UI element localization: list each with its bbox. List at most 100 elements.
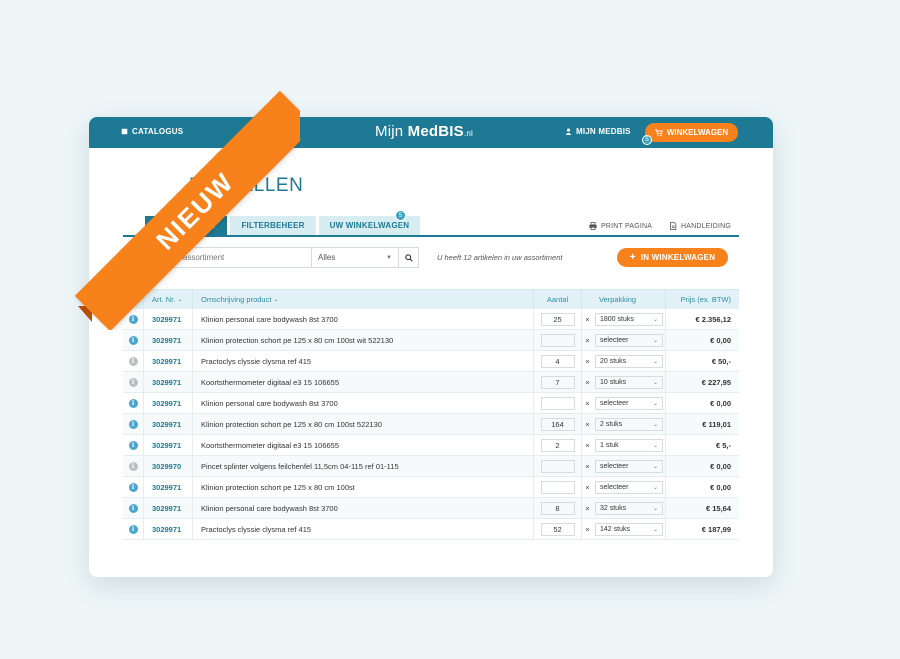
quantity-input[interactable]: 7: [540, 375, 575, 389]
chevron-down-icon: ⌄: [273, 297, 279, 303]
packaging-select[interactable]: 32 stuks ⌄: [595, 501, 663, 515]
chevron-down-icon: ⌄: [652, 526, 658, 533]
medbis-logo[interactable]: Mijn MedBIS.nl: [375, 123, 473, 140]
chevron-down-icon: ⌄: [652, 463, 658, 470]
art-nr-cell[interactable]: 3029971: [143, 477, 192, 497]
quantity-input[interactable]: 4: [540, 354, 575, 368]
manual-link[interactable]: HANDLEIDING: [669, 222, 731, 230]
info-icon[interactable]: i: [128, 335, 138, 345]
info-icon[interactable]: i: [128, 398, 138, 408]
quantity-input[interactable]: [540, 459, 575, 473]
times-symbol: ×: [581, 498, 593, 518]
quantity-input[interactable]: 2: [540, 438, 575, 452]
quantity-cell: 4: [533, 351, 581, 371]
nav-search-label: ZOEKEN: [262, 127, 297, 136]
info-icon[interactable]: i: [128, 503, 138, 513]
book-icon: [121, 128, 128, 135]
art-nr-cell[interactable]: 3029971: [143, 372, 192, 392]
art-nr-cell[interactable]: 3029971: [143, 330, 192, 350]
chevron-down-icon: ⌄: [652, 505, 658, 512]
quantity-input[interactable]: 25: [540, 312, 575, 326]
description-cell: Koortsthermometer digitaal e3 15 106655: [192, 435, 533, 455]
packaging-select[interactable]: selecteer ⌄: [595, 480, 663, 494]
search-submit-button[interactable]: [399, 247, 419, 268]
art-nr-cell[interactable]: 3029971: [143, 309, 192, 329]
assortment-count-text: U heeft 12 artikelen in uw assortiment: [437, 253, 563, 262]
packaging-cell: selecteer ⌄: [593, 456, 665, 476]
nav-catalog-label: CATALOGUS: [132, 127, 184, 136]
price-cell: € 5,-: [665, 435, 739, 455]
info-icon[interactable]: i: [128, 419, 138, 429]
nav-catalog[interactable]: CATALOGUS: [121, 127, 183, 136]
add-to-cart-button[interactable]: + IN WINKELWAGEN: [617, 248, 728, 267]
packaging-select[interactable]: 2 stuks ⌄: [595, 417, 663, 431]
description-cell: Klinion protection schort pe 125 x 80 cm…: [192, 477, 533, 497]
filter-select[interactable]: Alles ▼: [311, 247, 399, 268]
chevron-down-icon: ⌄: [652, 421, 658, 428]
art-nr-cell[interactable]: 3029970: [143, 456, 192, 476]
logo-suffix: .nl: [463, 129, 473, 138]
info-icon[interactable]: i: [128, 377, 138, 387]
packaging-select[interactable]: selecteer ⌄: [595, 396, 663, 410]
nav-account[interactable]: MIJN MEDBIS: [565, 127, 631, 136]
packaging-select[interactable]: 10 stuks ⌄: [595, 375, 663, 389]
tab-assortiment[interactable]: ASSORTIMENT: [145, 216, 228, 235]
tab-winkelwagen[interactable]: UW WINKELWAGEN: [318, 216, 421, 235]
quantity-input[interactable]: [540, 333, 575, 347]
table-row: i 3029971 Klinion personal care bodywash 8…: [123, 309, 739, 330]
quantity-input[interactable]: 164: [540, 417, 575, 431]
quantity-input[interactable]: [540, 480, 575, 494]
packaging-cell: 1 stuk ⌄: [593, 435, 665, 455]
packaging-cell: 10 stuks ⌄: [593, 372, 665, 392]
info-cell: i: [123, 482, 143, 492]
info-icon[interactable]: i: [128, 482, 138, 492]
table-row: i 3029971 Klinion protection schort pe 125…: [123, 477, 739, 498]
info-cell: i: [123, 440, 143, 450]
times-symbol: ×: [581, 414, 593, 434]
tab-cart-badge: 5: [395, 210, 406, 221]
art-nr-cell[interactable]: 3029971: [143, 414, 192, 434]
header-art-nr[interactable]: Art. Nr. ⌄: [143, 290, 192, 309]
packaging-select[interactable]: 1800 stuks ⌄: [595, 312, 663, 326]
info-icon[interactable]: i: [128, 314, 138, 324]
info-cell: i: [123, 524, 143, 534]
info-icon[interactable]: i: [128, 524, 138, 534]
print-page-link[interactable]: PRINT PAGINA: [589, 222, 652, 230]
page-title: BESTELLEN: [189, 175, 304, 196]
user-icon: [565, 128, 572, 135]
quantity-cell: 8: [533, 498, 581, 518]
ribbon-fold-top: [271, 104, 293, 118]
quantity-cell: 2: [533, 435, 581, 455]
packaging-select[interactable]: 142 stuks ⌄: [595, 522, 663, 536]
tab-filterbeheer[interactable]: FILTERBEHEER: [230, 216, 316, 235]
packaging-select[interactable]: selecteer ⌄: [595, 459, 663, 473]
chevron-down-icon: ▼: [386, 254, 392, 261]
packaging-select[interactable]: 20 stuks ⌄: [595, 354, 663, 368]
quantity-input[interactable]: [540, 396, 575, 410]
art-nr-cell[interactable]: 3029971: [143, 435, 192, 455]
header-description[interactable]: Omschrijving product ⌄: [192, 290, 533, 309]
art-nr-cell[interactable]: 3029971: [143, 393, 192, 413]
price-cell: € 15,64: [665, 498, 739, 518]
nav-search[interactable]: ZOEKEN: [251, 127, 297, 136]
art-nr-cell[interactable]: 3029971: [143, 519, 192, 539]
info-icon[interactable]: i: [128, 356, 138, 366]
quantity-cell: 7: [533, 372, 581, 392]
packaging-cell: selecteer ⌄: [593, 393, 665, 413]
info-icon[interactable]: i: [128, 440, 138, 450]
art-nr-cell[interactable]: 3029971: [143, 498, 192, 518]
art-nr-cell[interactable]: 3029971: [143, 351, 192, 371]
packaging-select-value: selecteer: [600, 483, 629, 491]
times-symbol: ×: [581, 393, 593, 413]
app-window: CATALOGUS ZOEKEN Mijn MedBIS.nl MIJN MED…: [89, 117, 773, 577]
cart-button[interactable]: WINKELWAGEN: [645, 123, 738, 142]
times-symbol: ×: [581, 351, 593, 371]
packaging-select[interactable]: 1 stuk ⌄: [595, 438, 663, 452]
header-art-nr-label: Art. Nr.: [152, 295, 176, 304]
info-icon[interactable]: i: [128, 461, 138, 471]
packaging-select[interactable]: selecteer ⌄: [595, 333, 663, 347]
assortment-search-input[interactable]: [123, 247, 311, 268]
quantity-input[interactable]: 8: [540, 501, 575, 515]
quantity-input[interactable]: 52: [540, 522, 575, 536]
cart-count-badge: 5: [642, 135, 652, 145]
